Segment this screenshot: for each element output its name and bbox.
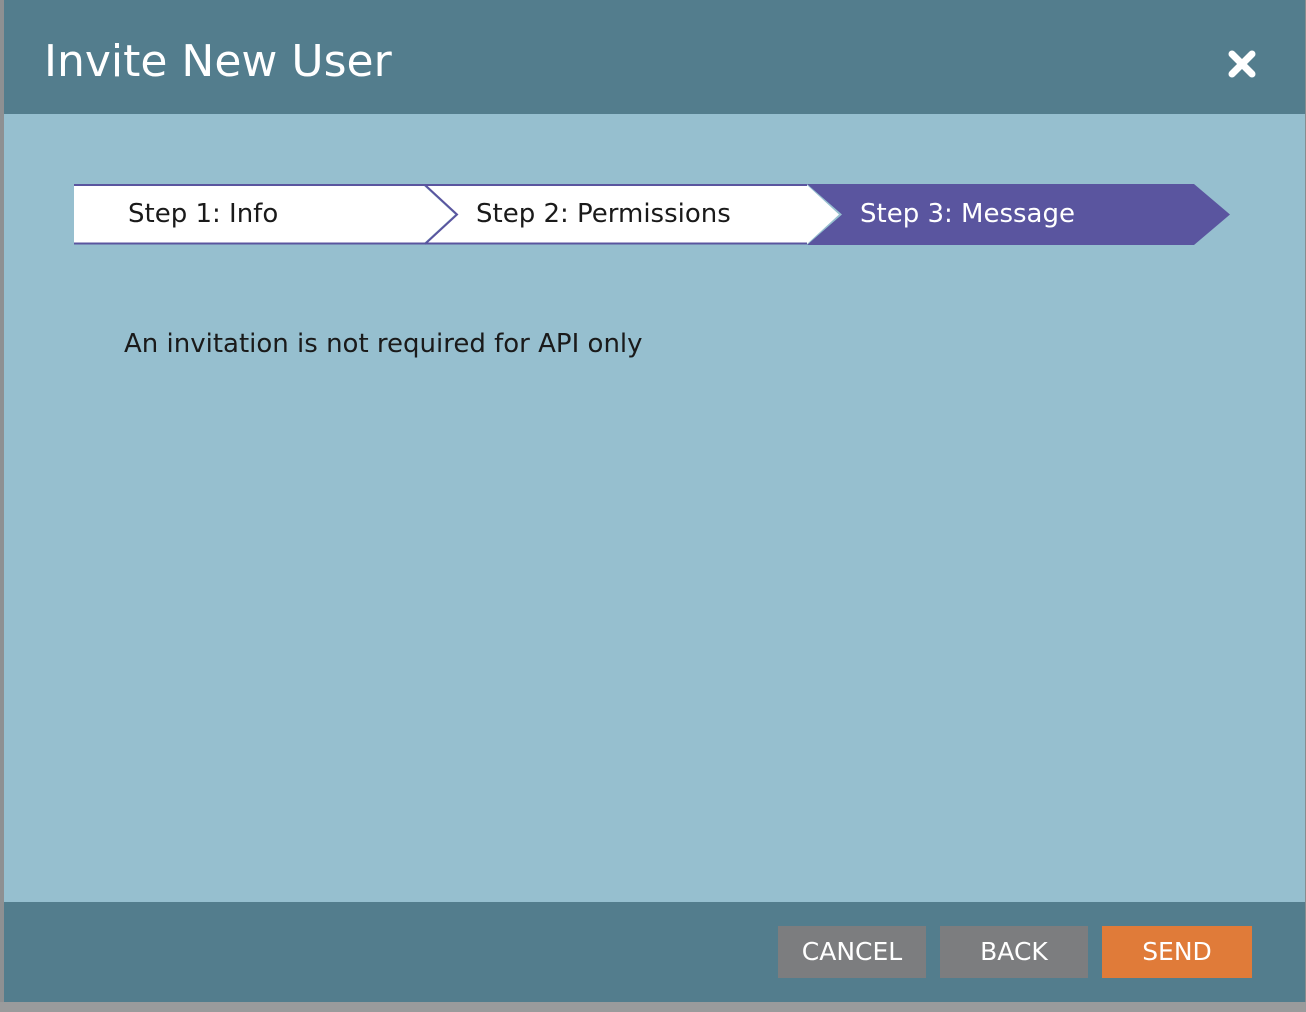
send-button[interactable]: SEND	[1102, 926, 1252, 978]
dialog-title: Invite New User	[44, 36, 392, 87]
step-2-permissions[interactable]: Step 2: Permissions	[476, 184, 731, 245]
wizard-stepper: Step 1: Info Step 2: Permissions Step 3:…	[74, 184, 1234, 245]
back-button[interactable]: BACK	[940, 926, 1088, 978]
step-1-info[interactable]: Step 1: Info	[128, 184, 278, 245]
dialog-header: Invite New User	[4, 0, 1305, 114]
cancel-button[interactable]: CANCEL	[778, 926, 926, 978]
page-backdrop-bottom	[0, 1002, 1306, 1012]
invite-user-dialog: Invite New User Step 1: Info Step 2: Per…	[4, 0, 1305, 1002]
step-3-message[interactable]: Step 3: Message	[860, 184, 1075, 245]
dialog-footer: CANCEL BACK SEND	[4, 902, 1305, 1002]
api-only-notice: An invitation is not required for API on…	[124, 329, 643, 359]
close-button[interactable]	[1226, 48, 1258, 80]
close-icon	[1228, 50, 1256, 78]
